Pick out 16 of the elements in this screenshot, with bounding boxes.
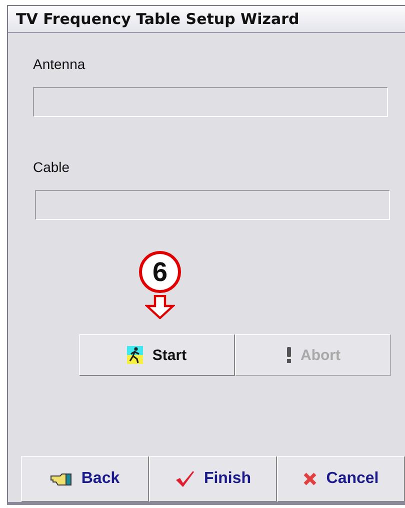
- running-figure-icon: [127, 346, 144, 364]
- exclamation-icon: [286, 347, 292, 363]
- input-field[interactable]: [35, 190, 390, 220]
- down-arrow-icon: [145, 295, 175, 319]
- action-button[interactable]: Start: [79, 334, 235, 376]
- field-label: Cable: [33, 159, 71, 176]
- input-field[interactable]: [33, 87, 388, 117]
- nav-button[interactable]: Back: [21, 456, 149, 502]
- nav-button[interactable]: Finish: [149, 456, 277, 502]
- field-label: Antenna: [33, 56, 86, 73]
- nav-button[interactable]: Cancel: [277, 456, 405, 502]
- cross-icon: [303, 472, 318, 486]
- window-title: TV Frequency Table Setup Wizard: [16, 10, 300, 28]
- step-number: 6: [139, 251, 181, 293]
- pointing-hand-icon: [50, 472, 72, 486]
- checkmark-icon: [174, 470, 195, 488]
